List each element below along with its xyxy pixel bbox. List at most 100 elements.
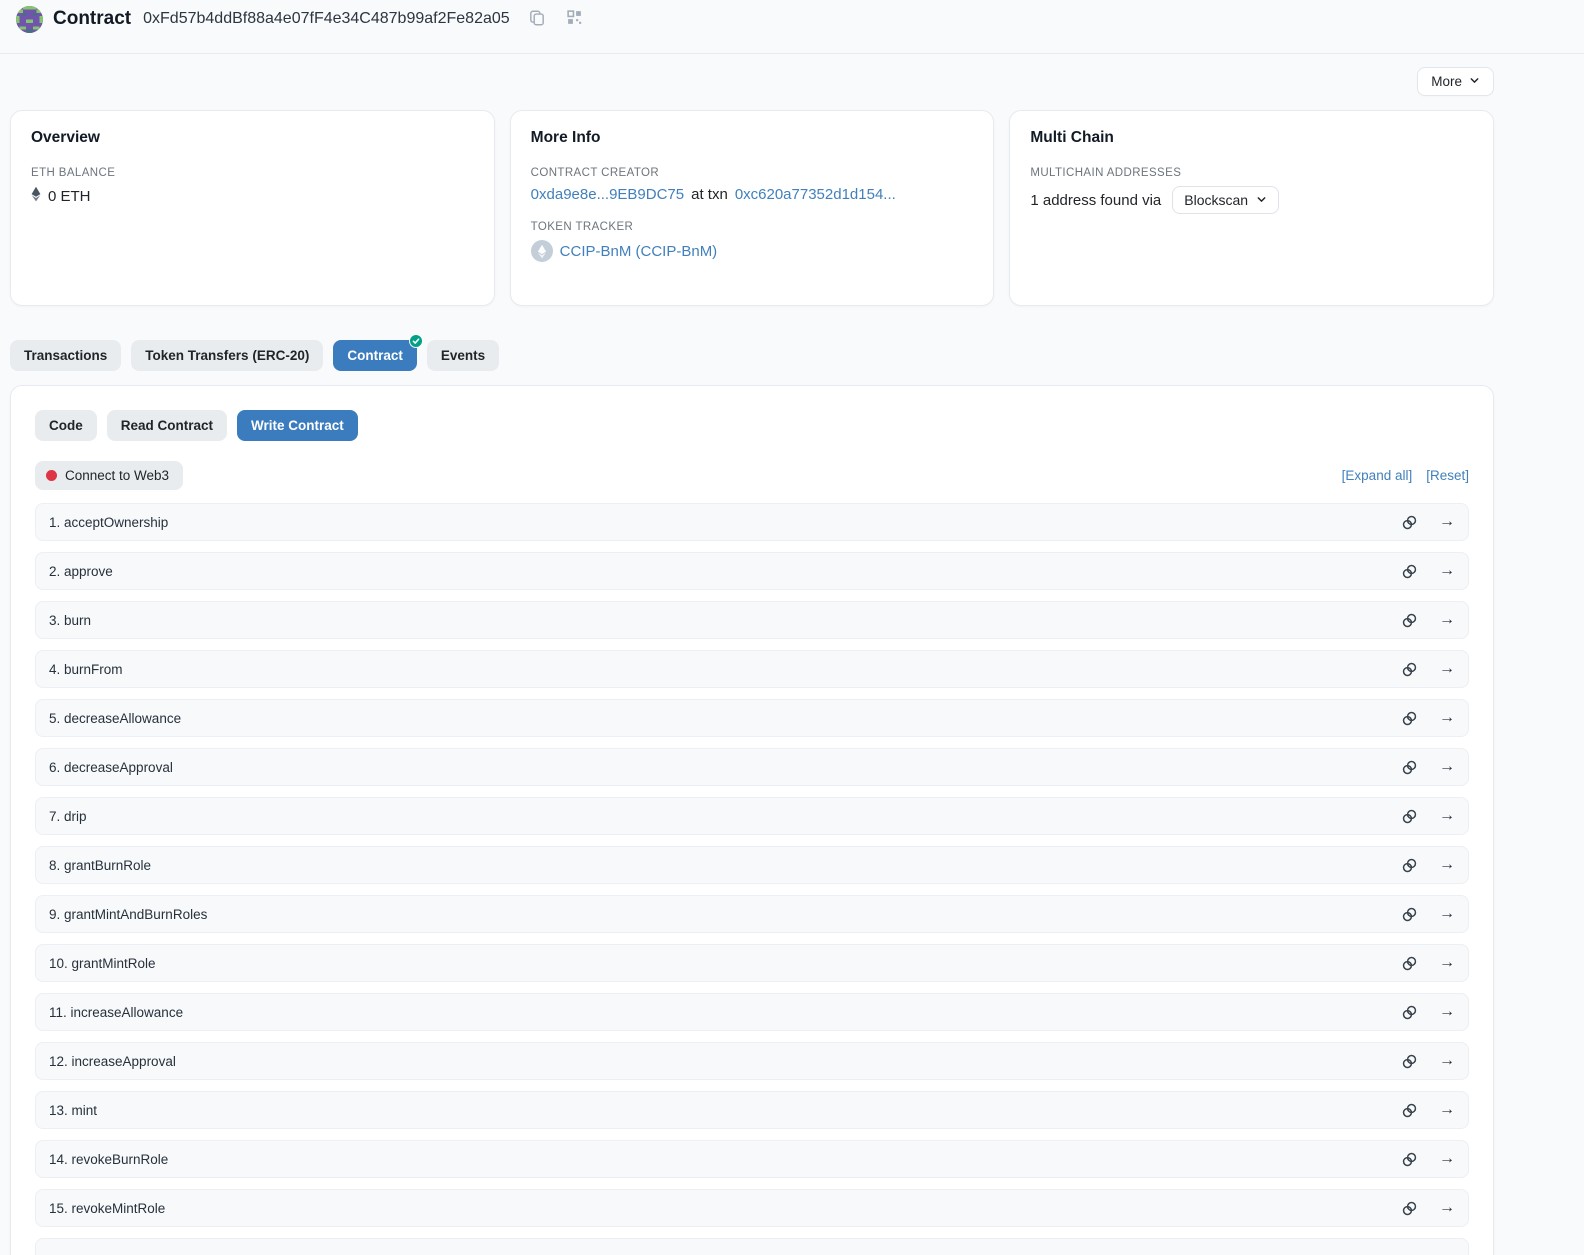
function-name: 13. mint (49, 1103, 97, 1118)
permalink-icon[interactable] (1401, 710, 1418, 727)
function-name: 14. revokeBurnRole (49, 1152, 168, 1167)
multi-chain-card-title: Multi Chain (1030, 129, 1473, 147)
function-name: 3. burn (49, 613, 91, 628)
connection-status-dot-icon (46, 470, 57, 481)
arrow-right-icon[interactable]: → (1439, 1004, 1455, 1020)
contract-creator-row: 0xda9e8e...9EB9DC75 at txn 0xc620a77352d… (531, 186, 974, 203)
token-logo-icon (531, 240, 553, 262)
tab-token-transfers[interactable]: Token Transfers (ERC-20) (131, 340, 323, 371)
contract-address: 0xFd57b4ddBf88a4e07fF4e34C487b99af2Fe82a… (143, 10, 510, 28)
multichain-addresses-row: 1 address found via Blockscan (1030, 186, 1473, 214)
permalink-icon[interactable] (1401, 1151, 1418, 1168)
subtab-write-contract[interactable]: Write Contract (237, 410, 358, 441)
function-row-revokeMintRole[interactable]: 15. revokeMintRole → (35, 1189, 1469, 1227)
expand-all-link[interactable]: [Expand all] (1342, 468, 1413, 483)
function-row-decreaseAllowance[interactable]: 5. decreaseAllowance → (35, 699, 1469, 737)
more-info-card: More Info CONTRACT CREATOR 0xda9e8e...9E… (510, 110, 995, 306)
permalink-icon[interactable] (1401, 514, 1418, 531)
arrow-right-icon[interactable]: → (1439, 1102, 1455, 1118)
arrow-right-icon[interactable]: → (1439, 661, 1455, 677)
permalink-icon[interactable] (1401, 906, 1418, 923)
function-row-increaseApproval[interactable]: 12. increaseApproval → (35, 1042, 1469, 1080)
contract-header: Contract 0xFd57b4ddBf88a4e07fF4e34C487b9… (0, 0, 1584, 38)
permalink-icon[interactable] (1401, 563, 1418, 580)
arrow-right-icon[interactable]: → (1439, 563, 1455, 579)
connect-to-web3-button[interactable]: Connect to Web3 (35, 461, 183, 490)
contract-identicon (16, 6, 43, 33)
token-tracker-label: TOKEN TRACKER (531, 221, 974, 233)
arrow-right-icon[interactable]: → (1439, 808, 1455, 824)
contract-subtabs: Code Read Contract Write Contract (35, 410, 1469, 441)
arrow-right-icon[interactable]: → (1439, 710, 1455, 726)
arrow-right-icon[interactable]: → (1439, 955, 1455, 971)
function-row-drip[interactable]: 7. drip → (35, 797, 1469, 835)
permalink-icon[interactable] (1401, 661, 1418, 678)
function-row-mint[interactable]: 13. mint → (35, 1091, 1469, 1129)
arrow-right-icon[interactable]: → (1439, 906, 1455, 922)
token-tracker-link[interactable]: CCIP-BnM (CCIP-BnM) (560, 243, 718, 260)
function-row-grantBurnRole[interactable]: 8. grantBurnRole → (35, 846, 1469, 884)
qr-code-icon (566, 9, 583, 29)
function-name: 7. drip (49, 809, 87, 824)
permalink-icon[interactable] (1401, 857, 1418, 874)
main-tabs: Transactions Token Transfers (ERC-20) Co… (10, 340, 1494, 371)
blockscan-dropdown-label: Blockscan (1184, 192, 1248, 208)
qr-code-button[interactable] (564, 7, 585, 31)
connect-to-web3-label: Connect to Web3 (65, 468, 169, 483)
permalink-icon[interactable] (1401, 1200, 1418, 1217)
permalink-icon[interactable] (1401, 955, 1418, 972)
function-name: 8. grantBurnRole (49, 858, 151, 873)
permalink-icon[interactable] (1401, 1102, 1418, 1119)
function-row-partial[interactable] (35, 1238, 1469, 1255)
creator-connector-text: at txn (691, 186, 728, 203)
overview-card-title: Overview (31, 129, 474, 147)
header-divider (0, 53, 1584, 54)
permalink-icon[interactable] (1401, 612, 1418, 629)
info-cards-row: Overview ETH BALANCE 0 ETH More Info CON… (10, 110, 1494, 306)
arrow-right-icon[interactable]: → (1439, 1151, 1455, 1167)
blockscan-dropdown[interactable]: Blockscan (1172, 186, 1279, 214)
function-row-decreaseApproval[interactable]: 6. decreaseApproval → (35, 748, 1469, 786)
function-name: 15. revokeMintRole (49, 1201, 165, 1216)
more-button[interactable]: More (1417, 67, 1494, 96)
function-row-grantMintRole[interactable]: 10. grantMintRole → (35, 944, 1469, 982)
subtab-code[interactable]: Code (35, 410, 97, 441)
copy-address-button[interactable] (526, 7, 548, 32)
subtab-read-contract[interactable]: Read Contract (107, 410, 227, 441)
verified-check-icon (409, 334, 423, 348)
function-name: 6. decreaseApproval (49, 760, 173, 775)
creator-address-link[interactable]: 0xda9e8e...9EB9DC75 (531, 186, 684, 203)
reset-link[interactable]: [Reset] (1426, 468, 1469, 483)
contract-panel: Code Read Contract Write Contract Connec… (10, 385, 1494, 1255)
function-row-revokeBurnRole[interactable]: 14. revokeBurnRole → (35, 1140, 1469, 1178)
arrow-right-icon[interactable]: → (1439, 514, 1455, 530)
toolbar-row: More (10, 67, 1494, 96)
arrow-right-icon[interactable]: → (1439, 1200, 1455, 1216)
function-name: 2. approve (49, 564, 113, 579)
chevron-down-icon (1469, 74, 1480, 89)
creation-txn-link[interactable]: 0xc620a77352d1d154... (735, 186, 896, 203)
permalink-icon[interactable] (1401, 759, 1418, 776)
permalink-icon[interactable] (1401, 808, 1418, 825)
function-row-burnFrom[interactable]: 4. burnFrom → (35, 650, 1469, 688)
function-row-grantMintAndBurnRoles[interactable]: 9. grantMintAndBurnRoles → (35, 895, 1469, 933)
function-row-approve[interactable]: 2. approve → (35, 552, 1469, 590)
arrow-right-icon[interactable]: → (1439, 857, 1455, 873)
permalink-icon[interactable] (1401, 1053, 1418, 1070)
function-name: 12. increaseApproval (49, 1054, 176, 1069)
function-row-burn[interactable]: 3. burn → (35, 601, 1469, 639)
function-row-acceptOwnership[interactable]: 1. acceptOwnership → (35, 503, 1469, 541)
more-button-label: More (1431, 74, 1462, 89)
tab-transactions[interactable]: Transactions (10, 340, 121, 371)
copy-icon (528, 9, 546, 30)
tab-events[interactable]: Events (427, 340, 499, 371)
chevron-down-icon (1256, 192, 1267, 208)
tab-contract[interactable]: Contract (333, 340, 417, 371)
overview-card: Overview ETH BALANCE 0 ETH (10, 110, 495, 306)
permalink-icon[interactable] (1401, 1004, 1418, 1021)
arrow-right-icon[interactable]: → (1439, 612, 1455, 628)
arrow-right-icon[interactable]: → (1439, 1053, 1455, 1069)
arrow-right-icon[interactable]: → (1439, 759, 1455, 775)
connect-row: Connect to Web3 [Expand all] [Reset] (35, 461, 1469, 490)
function-row-increaseAllowance[interactable]: 11. increaseAllowance → (35, 993, 1469, 1031)
